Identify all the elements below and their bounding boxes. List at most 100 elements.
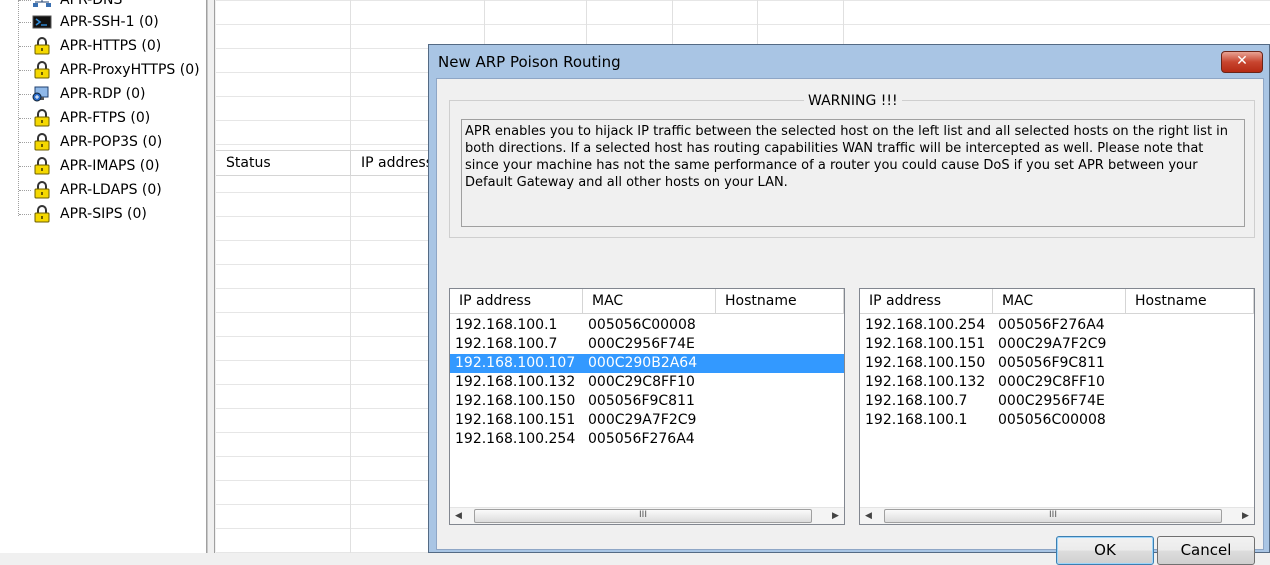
host-row[interactable]: 192.168.100.7 000C2956F74E xyxy=(450,335,844,354)
tree-item-label: APR-HTTPS (0) xyxy=(60,38,162,54)
column-hostname[interactable]: Hostname xyxy=(716,289,844,313)
ip-address-cell: 192.168.100.151 xyxy=(865,336,986,352)
list-header: IP address MAC Hostname xyxy=(860,289,1254,314)
host-row[interactable]: 192.168.100.107 000C290B2A64 xyxy=(450,354,844,373)
scroll-thumb[interactable]: III xyxy=(884,509,1222,523)
column-ip-address[interactable]: IP address xyxy=(450,289,583,313)
host-row[interactable]: 192.168.100.7 000C2956F74E xyxy=(860,392,1254,411)
dialog-title: New ARP Poison Routing xyxy=(438,53,621,71)
column-ip-address[interactable]: IP address xyxy=(860,289,993,313)
host-row[interactable]: 192.168.100.132 000C29C8FF10 xyxy=(450,373,844,392)
hostname-cell xyxy=(1126,316,1254,335)
column-hostname[interactable]: Hostname xyxy=(1126,289,1254,313)
ok-button[interactable]: OK xyxy=(1056,536,1154,565)
lock-icon xyxy=(32,181,52,199)
tree-connector xyxy=(19,142,31,143)
mac-cell: 005056F9C811 xyxy=(588,393,695,409)
tree-item-apr-proxyhttps[interactable]: APR-ProxyHTTPS (0) xyxy=(32,59,200,81)
warning-text: APR enables you to hijack IP traffic bet… xyxy=(461,119,1245,227)
dialog-body: WARNING !!! APR enables you to hijack IP… xyxy=(436,78,1264,565)
horizontal-scrollbar[interactable]: ◀ III ▶ xyxy=(450,507,844,524)
ip-address-cell: 192.168.100.254 xyxy=(865,317,986,333)
ip-address-cell: 192.168.100.132 xyxy=(455,374,576,390)
column-status[interactable]: Status xyxy=(216,151,351,175)
grid-line xyxy=(350,0,351,553)
hostname-cell xyxy=(1126,335,1254,354)
tree-item-apr-pop3s[interactable]: APR-POP3S (0) xyxy=(32,131,162,153)
tree-item-label: APR-IMAPS (0) xyxy=(60,158,160,174)
scroll-left-icon[interactable]: ◀ xyxy=(450,508,467,524)
mac-cell: 000C29C8FF10 xyxy=(998,374,1105,390)
tree-connector xyxy=(19,94,31,95)
ip-address-cell: 192.168.100.107 xyxy=(450,354,583,373)
host-row[interactable]: 192.168.100.132 000C29C8FF10 xyxy=(860,373,1254,392)
background-table-header: Status IP address xyxy=(216,150,436,176)
tree-item-label: APR-ProxyHTTPS (0) xyxy=(60,62,200,78)
mac-cell: 005056F276A4 xyxy=(998,317,1105,333)
close-button[interactable]: ✕ xyxy=(1221,51,1263,73)
warning-title: WARNING !!! xyxy=(804,93,902,109)
ip-address-cell: 192.168.100.7 xyxy=(455,336,558,352)
hostname-cell xyxy=(1126,392,1254,411)
host-row[interactable]: 192.168.100.254 005056F276A4 xyxy=(860,316,1254,335)
tree-connector xyxy=(19,166,31,167)
lock-icon xyxy=(32,157,52,175)
tree-connector xyxy=(19,0,31,1)
hostname-cell xyxy=(716,354,844,373)
tree-item-apr-imaps[interactable]: APR-IMAPS (0) xyxy=(32,155,160,177)
mac-cell: 005056F276A4 xyxy=(588,431,695,447)
tree-item-apr-dns[interactable]: APR-DNS xyxy=(32,0,122,11)
hostname-cell xyxy=(716,392,844,411)
arp-routing-dialog: New ARP Poison Routing ✕ WARNING !!! APR… xyxy=(428,44,1270,565)
host-row[interactable]: 192.168.100.150 005056F9C811 xyxy=(450,392,844,411)
tree-item-apr-https[interactable]: APR-HTTPS (0) xyxy=(32,35,161,57)
lock-icon xyxy=(32,205,52,223)
tree-item-label: APR-POP3S (0) xyxy=(60,134,163,150)
hostname-cell xyxy=(716,430,844,449)
tree-item-apr-ftps[interactable]: APR-FTPS (0) xyxy=(32,107,150,129)
hostname-cell xyxy=(716,316,844,335)
tree-connector xyxy=(19,214,31,215)
tree-item-apr-rdp[interactable]: APR-RDP (0) xyxy=(32,83,145,105)
target-host-list[interactable]: IP address MAC Hostname 192.168.100.254 0… xyxy=(859,288,1255,525)
scroll-right-icon[interactable]: ▶ xyxy=(1237,508,1254,524)
tree-item-apr-ssh-1[interactable]: APR-SSH-1 (0) xyxy=(32,11,159,33)
hostname-cell xyxy=(716,373,844,392)
tree-connector xyxy=(19,46,31,47)
lock-icon xyxy=(32,37,52,55)
tree-connector xyxy=(19,70,31,71)
hostname-cell xyxy=(1126,373,1254,392)
mac-cell: 005056C00008 xyxy=(998,412,1106,428)
column-mac[interactable]: MAC xyxy=(583,289,716,313)
hostname-cell xyxy=(1126,354,1254,373)
lock-icon xyxy=(32,133,52,151)
scroll-right-icon[interactable]: ▶ xyxy=(827,508,844,524)
scroll-thumb[interactable]: III xyxy=(474,509,812,523)
hostname-cell xyxy=(716,411,844,430)
mac-cell: 000C29C8FF10 xyxy=(588,374,695,390)
host-row[interactable]: 192.168.100.150 005056F9C811 xyxy=(860,354,1254,373)
host-row[interactable]: 192.168.100.1 005056C00008 xyxy=(860,411,1254,430)
horizontal-scrollbar[interactable]: ◀ III ▶ xyxy=(860,507,1254,524)
mac-cell: 005056F9C811 xyxy=(998,355,1105,371)
cancel-button[interactable]: Cancel xyxy=(1157,536,1255,565)
scroll-left-icon[interactable]: ◀ xyxy=(860,508,877,524)
hostname-cell xyxy=(716,335,844,354)
host-row[interactable]: 192.168.100.151 000C29A7F2C9 xyxy=(450,411,844,430)
mac-cell: 000C29A7F2C9 xyxy=(588,412,697,428)
panel-splitter[interactable] xyxy=(207,0,215,553)
tree-item-label: APR-SIPS (0) xyxy=(60,206,147,222)
source-host-list[interactable]: IP address MAC Hostname 192.168.100.1 005… xyxy=(449,288,845,525)
tree-item-label: APR-SSH-1 (0) xyxy=(60,14,159,30)
host-row[interactable]: 192.168.100.1 005056C00008 xyxy=(450,316,844,335)
tree-connector xyxy=(19,22,31,23)
column-mac[interactable]: MAC xyxy=(993,289,1126,313)
host-row[interactable]: 192.168.100.254 005056F276A4 xyxy=(450,430,844,449)
tree-item-label: APR-FTPS (0) xyxy=(60,110,151,126)
host-row[interactable]: 192.168.100.151 000C29A7F2C9 xyxy=(860,335,1254,354)
tree-item-apr-sips[interactable]: APR-SIPS (0) xyxy=(32,203,147,225)
tree-connector xyxy=(18,0,19,216)
tree-item-apr-ldaps[interactable]: APR-LDAPS (0) xyxy=(32,179,162,201)
lock-icon xyxy=(32,109,52,127)
ip-address-cell: 192.168.100.150 xyxy=(455,393,576,409)
